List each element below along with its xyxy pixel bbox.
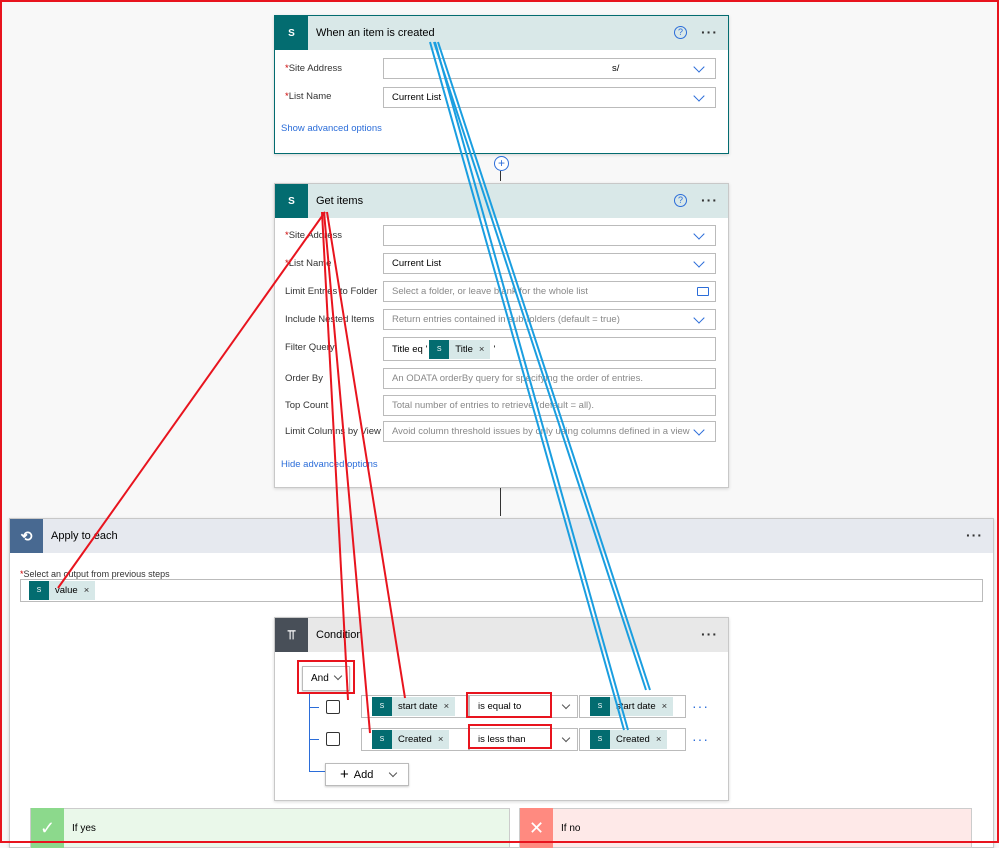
annotation-line-blue [434,41,629,731]
screenshot-border [0,0,999,843]
annotation-lines [0,0,999,843]
annotation-line-red [57,211,326,589]
annotation-line-blue [437,41,651,691]
annotation-line-red [321,211,349,701]
annotation-line-blue [429,41,625,731]
annotation-line-red [323,211,371,734]
annotation-line-red [326,211,406,699]
annotation-line-blue [433,41,647,691]
